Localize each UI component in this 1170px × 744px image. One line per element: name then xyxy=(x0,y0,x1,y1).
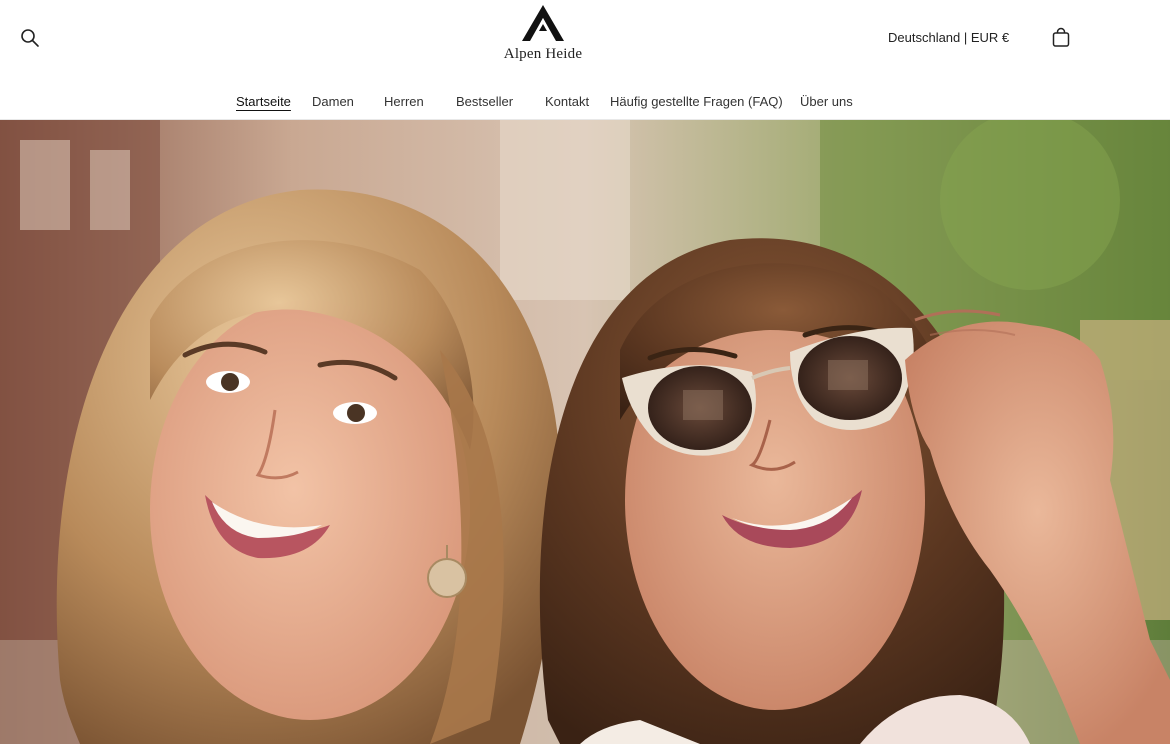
brand-logo[interactable]: Alpen Heide xyxy=(492,4,594,72)
site-header: Alpen Heide Deutschland | EUR € Startsei… xyxy=(0,0,1170,120)
nav-item-herren[interactable]: Herren xyxy=(384,94,424,109)
hero-banner[interactable] xyxy=(0,120,1170,744)
main-navigation: Startseite Damen Herren Bestseller Konta… xyxy=(0,94,1170,112)
nav-item-kontakt[interactable]: Kontakt xyxy=(545,94,589,109)
country-currency-selector[interactable]: Deutschland | EUR € xyxy=(888,30,1009,45)
nav-item-bestseller[interactable]: Bestseller xyxy=(456,94,513,109)
nav-item-faq[interactable]: Häufig gestellte Fragen (FAQ) xyxy=(610,94,783,109)
brand-name: Alpen Heide xyxy=(503,46,583,62)
search-icon[interactable] xyxy=(18,26,42,50)
mountain-logo-icon xyxy=(522,5,564,41)
nav-item-damen[interactable]: Damen xyxy=(312,94,354,109)
nav-item-ueber-uns[interactable]: Über uns xyxy=(800,94,853,109)
nav-item-startseite[interactable]: Startseite xyxy=(236,94,291,109)
hero-image xyxy=(0,120,1170,744)
shopping-bag-icon[interactable] xyxy=(1049,26,1073,50)
